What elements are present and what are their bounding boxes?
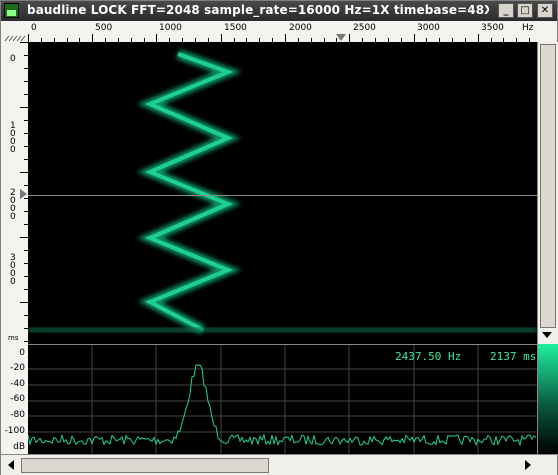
spectrogram-waterfall[interactable] — [28, 42, 537, 344]
ruler-tick — [20, 107, 28, 108]
db-label: 0 — [19, 348, 25, 358]
minimize-button[interactable]: _ — [498, 3, 514, 18]
hatch-icon — [4, 35, 26, 42]
freq-label: 2500 — [353, 23, 376, 33]
arrow-down-icon[interactable] — [540, 330, 554, 342]
db-label: -80 — [10, 410, 25, 420]
db-label: -20 — [10, 363, 25, 373]
freq-label: 2000 — [289, 23, 312, 33]
horizontal-scrollbar[interactable] — [1, 454, 557, 475]
ruler-tick — [478, 34, 479, 42]
vertical-scroll-thumb[interactable] — [540, 44, 556, 328]
arrow-left-icon[interactable] — [4, 459, 18, 471]
color-scale-bar[interactable] — [537, 344, 558, 454]
time-label: 2 0 0 0 — [10, 188, 16, 222]
db-label: -100 — [4, 426, 25, 436]
ruler-corner-right — [537, 21, 557, 43]
close-button[interactable]: ✕ — [537, 3, 553, 18]
horizontal-scroll-thumb[interactable] — [21, 458, 269, 473]
spectrum-trace — [27, 364, 537, 447]
vertical-scrollbar[interactable] — [537, 42, 558, 344]
time-readout: 2137 ms — [490, 350, 537, 363]
freq-label: 1000 — [159, 23, 182, 33]
title-bar[interactable]: baudline LOCK FFT=2048 sample_rate=16000… — [1, 1, 557, 21]
ruler-tick — [221, 34, 222, 42]
time-ruler[interactable]: 0 1 0 0 0 2 0 0 0 3 0 0 0 ms — [1, 42, 29, 344]
maximize-button[interactable]: □ — [517, 3, 533, 18]
ruler-tick — [156, 34, 157, 42]
db-unit-label: dB — [13, 442, 25, 452]
freq-label: 0 — [31, 23, 37, 33]
ruler-tick — [285, 34, 286, 42]
ruler-tick — [20, 42, 28, 43]
ruler-tick — [20, 172, 28, 173]
ruler-corner — [1, 21, 28, 43]
freq-label: 1500 — [224, 23, 247, 33]
spectrum-display[interactable]: 2437.50 Hz 2137 ms — [27, 344, 537, 455]
ruler-tick — [349, 34, 350, 42]
time-label: 3 0 0 0 — [10, 253, 16, 287]
time-label: 0 — [10, 54, 16, 64]
db-label: -60 — [10, 394, 25, 404]
ruler-tick — [92, 34, 93, 42]
time-unit-label: ms — [8, 334, 19, 342]
frequency-readout: 2437.50 Hz — [395, 350, 462, 363]
chirp-trace — [28, 49, 537, 335]
cursor-marker-icon[interactable] — [336, 34, 346, 42]
app-window: baudline LOCK FFT=2048 sample_rate=16000… — [0, 0, 558, 475]
ruler-tick — [28, 34, 29, 42]
ruler-tick — [414, 34, 415, 42]
freq-label: 3000 — [417, 23, 440, 33]
ruler-tick — [20, 237, 28, 238]
db-axis: 0 -20 -40 -60 -80 -100 dB — [1, 344, 29, 454]
freq-label: 3500 — [481, 23, 504, 33]
ruler-tick — [20, 302, 28, 303]
freq-label: 500 — [95, 23, 113, 33]
db-label: -40 — [10, 379, 25, 389]
window-title: baudline LOCK FFT=2048 sample_rate=16000… — [27, 3, 489, 17]
baudline-app-icon[interactable] — [4, 3, 19, 18]
time-label: 1 0 0 0 — [10, 121, 16, 155]
freq-unit-label: Hz — [522, 23, 534, 33]
frequency-ruler[interactable]: 0 500 1000 1500 2000 2500 3000 3500 Hz — [28, 21, 537, 43]
time-cursor-line[interactable] — [28, 195, 537, 196]
arrow-right-icon[interactable] — [521, 459, 535, 471]
